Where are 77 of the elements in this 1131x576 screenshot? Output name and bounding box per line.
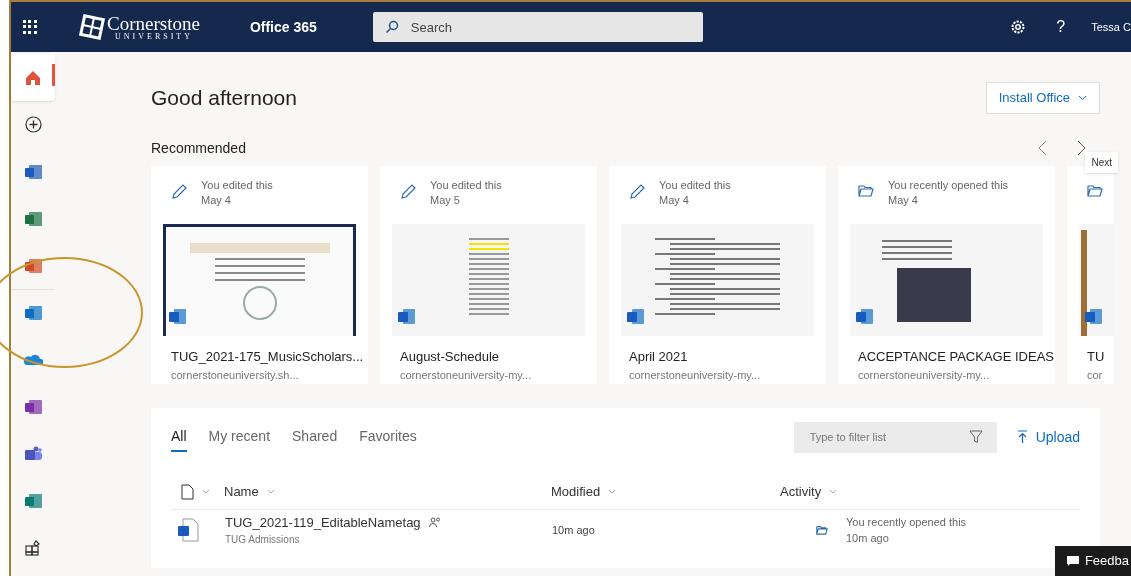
tooltip: Next [1085,152,1118,173]
recommended-file-card[interactable]: You edited this May 4 TUG_2021-175_MusicScholars... cornerstoneuniversity.sh... [151,166,368,384]
word-file-icon [1085,309,1102,324]
search-icon [384,20,399,34]
word-file-icon [177,518,199,542]
file-location: cornerstoneuniversity.sh... [170,367,300,383]
file-location: TUG Admissions [225,533,301,548]
app-launcher-icon[interactable] [23,20,37,34]
recommended-file-card[interactable]: You edited this May 5 August-Schedule cornerstoneuniversity-my... [380,166,597,384]
recommended-file-card[interactable]: You edited this May 4 April 2021 cornerstoneuniversity-my... [609,166,826,384]
activity-date: May 4 [888,193,919,208]
recommended-file-card[interactable]: You recently opened this May 4 ACCEPTANCE PACKAGE IDEAS cornerstoneuniversity-my... [838,166,1055,384]
column-header[interactable]: Modified [551,481,780,502]
file-name: ACCEPTANCE PACKAGE IDEAS [857,348,1055,366]
logo-icon [78,13,106,41]
column-header[interactable]: Name [224,481,551,502]
file-location: cor [1086,367,1104,383]
file-tab[interactable]: All [171,422,187,452]
pencil-icon [171,184,187,200]
logo-subtext: UNIVERSITY [114,32,194,41]
activity-date: May 4 [201,193,232,208]
comment-icon [1066,555,1079,567]
file-location: cornerstoneuniversity-my... [857,367,991,383]
file-tab[interactable]: Shared [292,422,338,452]
folder-icon [858,184,874,200]
activity-date: May 4 [659,193,690,208]
activity-text: You edited this [430,178,502,193]
caret-icon [266,489,275,494]
modified-time: 10m ago [552,522,596,538]
caret-icon [1078,95,1087,101]
column-header[interactable]: Activity [780,481,980,502]
activity-date: May 5 [430,193,461,208]
activity-text: You recently opened this [846,515,967,530]
greeting-heading: Good afternoon [151,85,297,112]
install-office-button[interactable]: Install Office [985,82,1100,114]
home-nav-item[interactable] [11,54,55,101]
file-name: August-Schedule [399,348,500,366]
file-location: cornerstoneuniversity-my... [628,367,762,383]
file-location: cornerstoneuniversity-my... [399,367,533,383]
file-name: TUG_2021-119_EditableNametag [225,513,421,532]
activity-text: You edited this [659,178,731,193]
home-icon [25,69,41,86]
recommended-file-card[interactable]: TU cor [1067,166,1114,384]
file-tab[interactable]: My recent [208,422,271,452]
upload-button[interactable]: Upload [1016,426,1080,448]
app-title: Office 365 [249,17,317,37]
activity-time: 10m ago [846,531,890,546]
logo-text: Cornerstone [107,13,200,33]
settings-icon[interactable] [1010,19,1027,35]
upload-icon [1016,430,1028,444]
pencil-icon [400,184,416,200]
activity-text: You recently opened this [888,178,1009,193]
user-name[interactable]: Tessa C [1091,18,1131,36]
file-name: TUG_2021-175_MusicScholars... [170,348,365,366]
caret-icon [608,489,617,494]
filter-icon [968,429,983,444]
filter-field[interactable]: Type to filter list [793,421,997,453]
word-file-icon [627,309,644,324]
pencil-icon [629,184,645,200]
apps-icon [25,539,41,556]
file-name: TU [1086,348,1106,366]
word-file-icon [856,309,873,324]
folder-icon [816,525,828,535]
file-tab[interactable]: Favorites [359,422,417,452]
caret-icon [202,489,210,494]
recommended-heading: Recommended [151,138,247,158]
help-button[interactable]: ? [1056,15,1066,39]
create-icon [24,116,42,133]
folder-icon [1087,184,1103,200]
feedback-button[interactable]: Feedba [1054,546,1131,576]
word-file-icon [398,309,415,324]
file-type-icon[interactable] [181,483,194,500]
search-field[interactable]: Search [372,12,703,42]
file-name: April 2021 [628,348,689,366]
caret-icon [829,489,838,494]
word-file-icon [169,309,186,324]
activity-text: You edited this [201,178,273,193]
